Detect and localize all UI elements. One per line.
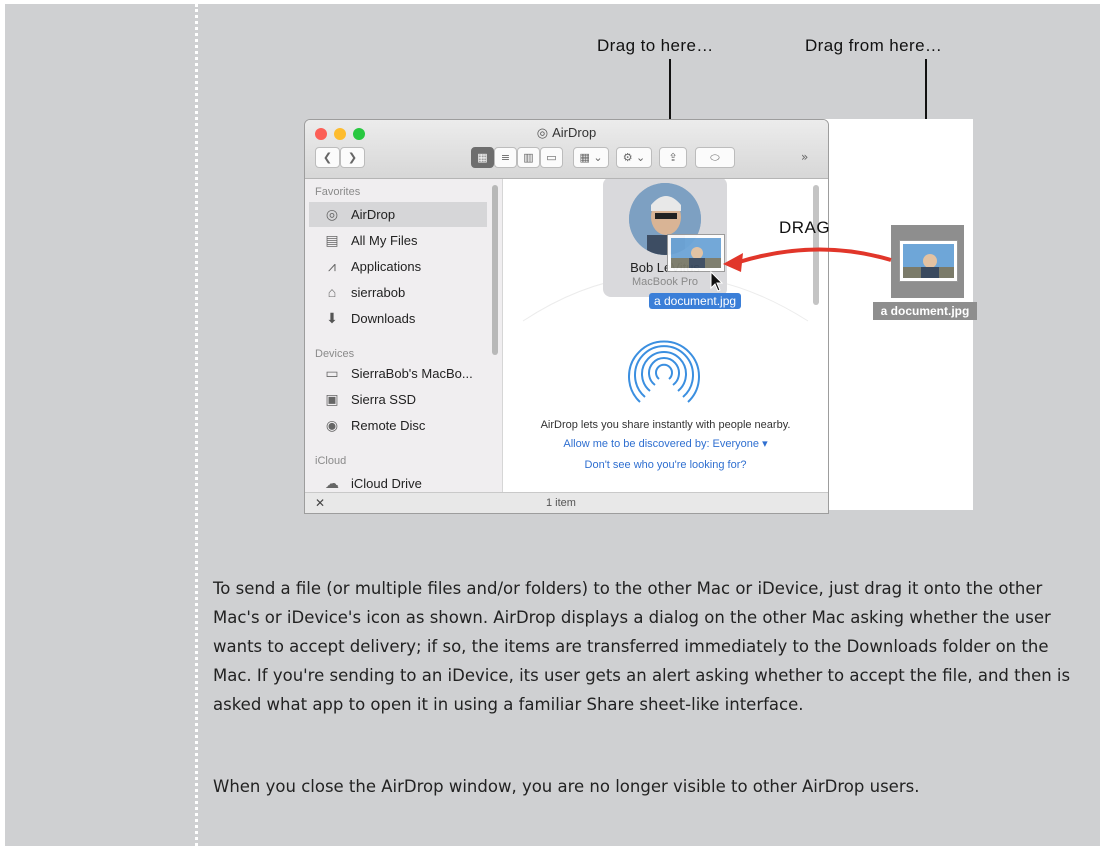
item-count: 1 item [546,497,576,509]
sidebar-item-label: Remote Disc [351,418,426,433]
sidebar-item-applications[interactable]: ⩘ Applications [309,254,487,279]
sidebar-item-all-my-files[interactable]: ▤ All My Files [309,228,487,253]
airdrop-title-icon: ◎ [536,125,549,140]
sidebar-item-icloud-drive[interactable]: ☁ iCloud Drive [309,471,487,492]
back-button[interactable]: ❮ [315,147,340,168]
sidebar-item-label: Downloads [351,311,416,326]
sidebar-item-downloads[interactable]: ⬇ Downloads [309,306,487,331]
devices-header: Devices [315,348,355,360]
window-titlebar: ◎ AirDrop ❮ ❯ ▦ ≡ ▥ ▭ ▦ ⌄ ⚙ ⌄ ⇪ ⬭ » [305,120,828,179]
desktop-file-highlight[interactable] [891,225,964,298]
sidebar-item-label: iCloud Drive [351,476,422,491]
body-paragraph-1: To send a file (or multiple files and/or… [213,579,1071,714]
all-files-icon: ▤ [325,232,339,248]
sidebar-panel: Drag to here… Drag from here… a document… [5,4,1100,846]
discoverable-setting-link[interactable]: Allow me to be discovered by: Everyone ▾ [503,437,828,450]
sidebar-item-label: AirDrop [351,207,396,222]
dont-see-link[interactable]: Don't see who you're looking for? [503,459,828,471]
list-view-button[interactable]: ≡ [494,147,517,168]
dotted-divider [195,4,198,846]
body-paragraph-2: When you close the AirDrop window, you a… [213,777,920,796]
action-gear-button[interactable]: ⚙ ⌄ [616,147,652,168]
sidebar-item-remote-disc[interactable]: ◉ Remote Disc [309,413,487,438]
cloud-icon: ☁ [325,475,339,491]
sidebar-item-airdrop[interactable]: ◎ AirDrop [309,202,487,227]
sidebar-item-label: All My Files [351,233,418,248]
sidebar-item-macbook[interactable]: ▭ SierraBob's MacBo... [309,361,487,386]
finder-sidebar: Favorites ◎ AirDrop ▤ All My Files ⩘ App… [305,179,503,492]
drag-to-callout: Drag to here… [597,36,714,55]
drag-label: DRAG [779,218,831,237]
sidebar-toggle-icon[interactable]: ✕ [315,496,325,510]
favorites-header: Favorites [315,186,361,198]
sidebar-item-label: Applications [351,259,422,274]
sidebar-item-label: Sierra SSD [351,392,417,407]
column-view-button[interactable]: ▥ [517,147,540,168]
home-icon: ⌂ [327,284,337,300]
laptop-icon: ▭ [325,365,339,381]
airdrop-info-text: AirDrop lets you share instantly with pe… [540,419,791,431]
toolbar-overflow-icon[interactable]: » [801,150,808,164]
downloads-icon: ⬇ [326,310,338,326]
dragged-file-label: a document.jpg [649,293,742,309]
sidebar-scrollbar[interactable] [492,185,498,355]
icloud-header: iCloud [315,455,347,467]
desktop-file-label[interactable]: a document.jpg [873,302,977,320]
desktop-area: a document.jpg [822,119,977,510]
drag-from-callout: Drag from here… [805,36,943,55]
drag-arrow [723,247,892,272]
coverflow-view-button[interactable]: ▭ [540,147,563,168]
sidebar-item-sierra-ssd[interactable]: ▣ Sierra SSD [309,387,487,412]
finder-window: ◎ AirDrop ❮ ❯ ▦ ≡ ▥ ▭ ▦ ⌄ ⚙ ⌄ ⇪ ⬭ » Favor… [304,119,829,514]
disc-icon: ◉ [325,417,339,433]
forward-button[interactable]: ❯ [340,147,365,168]
sidebar-item-sierrabob[interactable]: ⌂ sierrabob [309,280,487,305]
sidebar-item-label: sierrabob [351,285,406,300]
sidebar-item-label: SierraBob's MacBo... [351,366,473,381]
airdrop-radar-icon [628,340,700,403]
tags-button[interactable]: ⬭ [695,147,735,168]
applications-icon: ⩘ [328,258,336,274]
photo-thumbnail-icon [899,240,958,282]
arrange-button[interactable]: ▦ ⌄ [573,147,609,168]
window-title: ◎ AirDrop [536,125,597,140]
airdrop-icon: ◎ [325,206,339,222]
icon-view-button[interactable]: ▦ [471,147,494,168]
share-button[interactable]: ⇪ [659,147,687,168]
drive-icon: ▣ [325,391,339,407]
status-bar: ✕ 1 item [305,492,828,513]
